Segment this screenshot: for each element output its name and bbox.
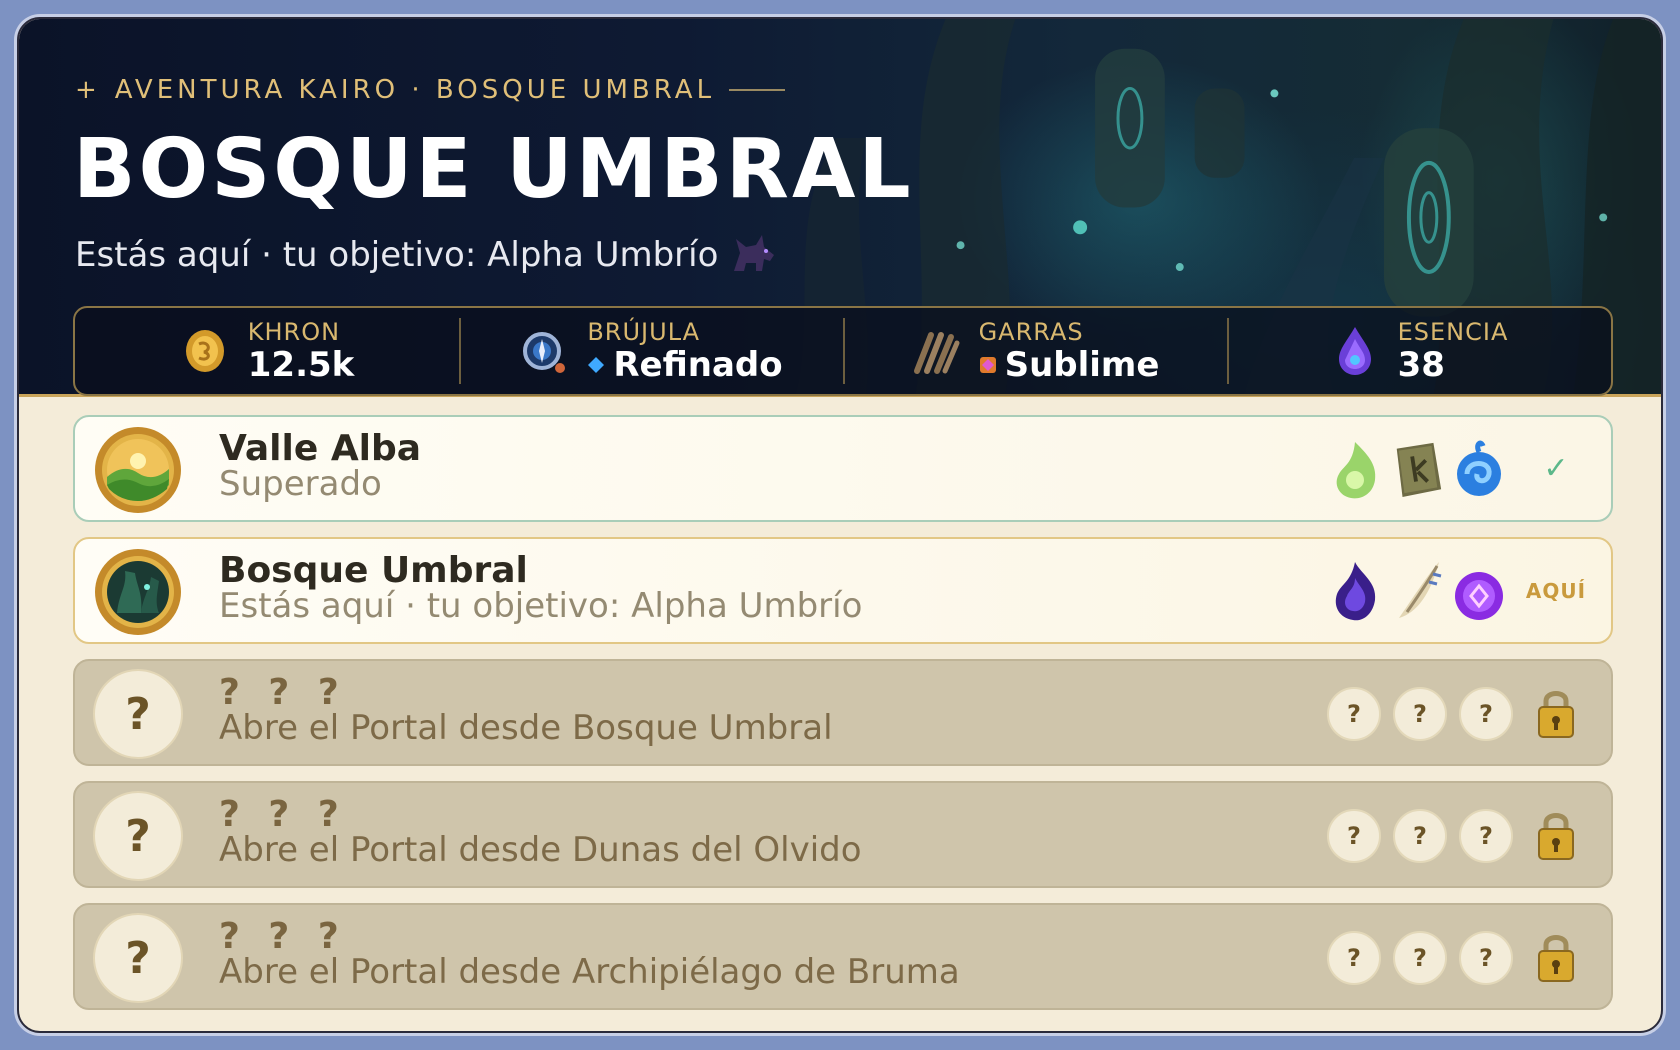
stat-value: 38 — [1398, 348, 1509, 382]
status-indicator: ✓ — [1521, 417, 1591, 520]
shadow-wolf-icon — [734, 235, 775, 271]
unknown-reward: ? — [1327, 687, 1381, 741]
stat-label: KHRON — [247, 318, 341, 346]
breadcrumb: + AVENTURA KAIRO · BOSQUE UMBRAL — [75, 75, 786, 105]
lock-icon — [1538, 934, 1574, 982]
unknown-reward: ? — [1393, 809, 1447, 863]
stat-label: BRÚJULA — [587, 318, 701, 346]
stat-value: Sublime — [979, 345, 1160, 385]
page-subtitle: Estás aquí · tu objetivo: Alpha Umbrío — [75, 231, 780, 279]
zone-status-text: Abre el Portal desde Dunas del Olvido — [219, 830, 862, 870]
gold-coin-icon — [180, 326, 230, 376]
here-label: AQUÍ — [1525, 578, 1587, 603]
zone-row-valle-alba[interactable]: Valle Alba Superado ✓ — [73, 415, 1613, 522]
reward-list — [1327, 433, 1507, 505]
blue-swirl-orb-icon[interactable] — [1451, 433, 1507, 505]
essence-drop-icon — [1330, 326, 1380, 376]
page-title: BOSQUE UMBRAL — [73, 122, 914, 217]
zone-status-text: Abre el Portal desde Bosque Umbral — [219, 708, 833, 748]
rune-stone-icon[interactable] — [1389, 433, 1445, 505]
checkmark-icon: ✓ — [1543, 451, 1569, 486]
stat-esencia[interactable]: ESENCIA 38 — [1227, 308, 1611, 394]
bone-horn-icon[interactable] — [1389, 555, 1445, 627]
lock-icon — [1538, 690, 1574, 738]
forest-emblem-icon — [95, 549, 181, 635]
unknown-reward: ? — [1327, 931, 1381, 985]
unknown-reward: ? — [1459, 931, 1513, 985]
zone-list: Valle Alba Superado ✓ Bosque Umbral Está… — [73, 415, 1613, 1010]
unknown-reward: ? — [1459, 687, 1513, 741]
stat-value-text: 38 — [1397, 345, 1445, 385]
stat-value-text: Sublime — [1004, 345, 1160, 385]
stat-khron[interactable]: KHRON 12.5k — [75, 308, 459, 394]
zone-status-text: Abre el Portal desde Archipiélago de Bru… — [219, 952, 960, 992]
purple-flame-icon[interactable] — [1327, 555, 1383, 627]
unknown-reward: ? — [1393, 687, 1447, 741]
unknown-zone-badge: ? — [93, 791, 183, 881]
unknown-reward: ? — [1327, 809, 1381, 863]
zone-name: Valle Alba — [219, 428, 422, 469]
status-indicator: AQUÍ — [1521, 539, 1591, 642]
stat-value: 12.5k — [248, 348, 355, 382]
outer-frame: + AVENTURA KAIRO · BOSQUE UMBRAL BOSQUE … — [14, 14, 1666, 1036]
reward-list — [1327, 555, 1507, 627]
green-spirit-icon[interactable] — [1327, 433, 1383, 505]
unknown-zone-badge: ? — [93, 669, 183, 759]
status-indicator — [1521, 661, 1591, 764]
adventure-card: + AVENTURA KAIRO · BOSQUE UMBRAL BOSQUE … — [17, 17, 1663, 1033]
stat-label: GARRAS — [978, 318, 1084, 346]
status-indicator — [1521, 905, 1591, 1008]
sparkle-icon: + — [75, 75, 101, 105]
lock-icon — [1538, 812, 1574, 860]
reward-list: ? ? ? — [1327, 677, 1519, 741]
stat-value: Refinado — [587, 345, 783, 385]
divider — [729, 89, 786, 91]
breadcrumb-text: AVENTURA KAIRO · BOSQUE UMBRAL — [114, 75, 716, 105]
status-indicator — [1521, 783, 1591, 886]
stat-garras[interactable]: GARRAS Sublime — [843, 308, 1227, 394]
stat-value-text: 12.5k — [247, 345, 355, 385]
stat-label: ESENCIA — [1397, 318, 1509, 346]
unknown-zone-badge: ? — [93, 913, 183, 1003]
violet-orb-icon[interactable] — [1451, 555, 1507, 627]
zone-name: ? ? ? — [219, 916, 347, 957]
reward-list: ? ? ? — [1327, 921, 1519, 985]
reward-list: ? ? ? — [1327, 799, 1519, 863]
zone-row-locked-3[interactable]: ? ? ? ? Abre el Portal desde Archipiélag… — [73, 903, 1613, 1010]
claws-icon — [911, 326, 961, 376]
unknown-reward: ? — [1459, 809, 1513, 863]
valley-emblem-icon — [95, 427, 181, 513]
zone-name: Bosque Umbral — [219, 550, 528, 591]
pink-gem-icon — [979, 357, 996, 373]
zone-name: ? ? ? — [219, 794, 347, 835]
zone-header: + AVENTURA KAIRO · BOSQUE UMBRAL BOSQUE … — [19, 19, 1661, 397]
unknown-reward: ? — [1393, 931, 1447, 985]
blue-diamond-icon — [588, 357, 605, 373]
zone-row-bosque-umbral[interactable]: Bosque Umbral Estás aquí · tu objetivo: … — [73, 537, 1613, 644]
zone-status-text: Estás aquí · tu objetivo: Alpha Umbrío — [219, 586, 863, 626]
subtitle-text: Estás aquí · tu objetivo: Alpha Umbrío — [75, 235, 719, 275]
zone-status-text: Superado — [219, 464, 382, 504]
zone-name: ? ? ? — [219, 672, 347, 713]
resource-bar: KHRON 12.5k BRÚJULA Refinado GARRAS Subl… — [73, 306, 1613, 396]
zone-row-locked-1[interactable]: ? ? ? ? Abre el Portal desde Bosque Umbr… — [73, 659, 1613, 766]
stat-brujula[interactable]: BRÚJULA Refinado — [459, 308, 843, 394]
stat-value-text: Refinado — [613, 345, 783, 385]
zone-row-locked-2[interactable]: ? ? ? ? Abre el Portal desde Dunas del O… — [73, 781, 1613, 888]
compass-icon — [519, 326, 569, 376]
